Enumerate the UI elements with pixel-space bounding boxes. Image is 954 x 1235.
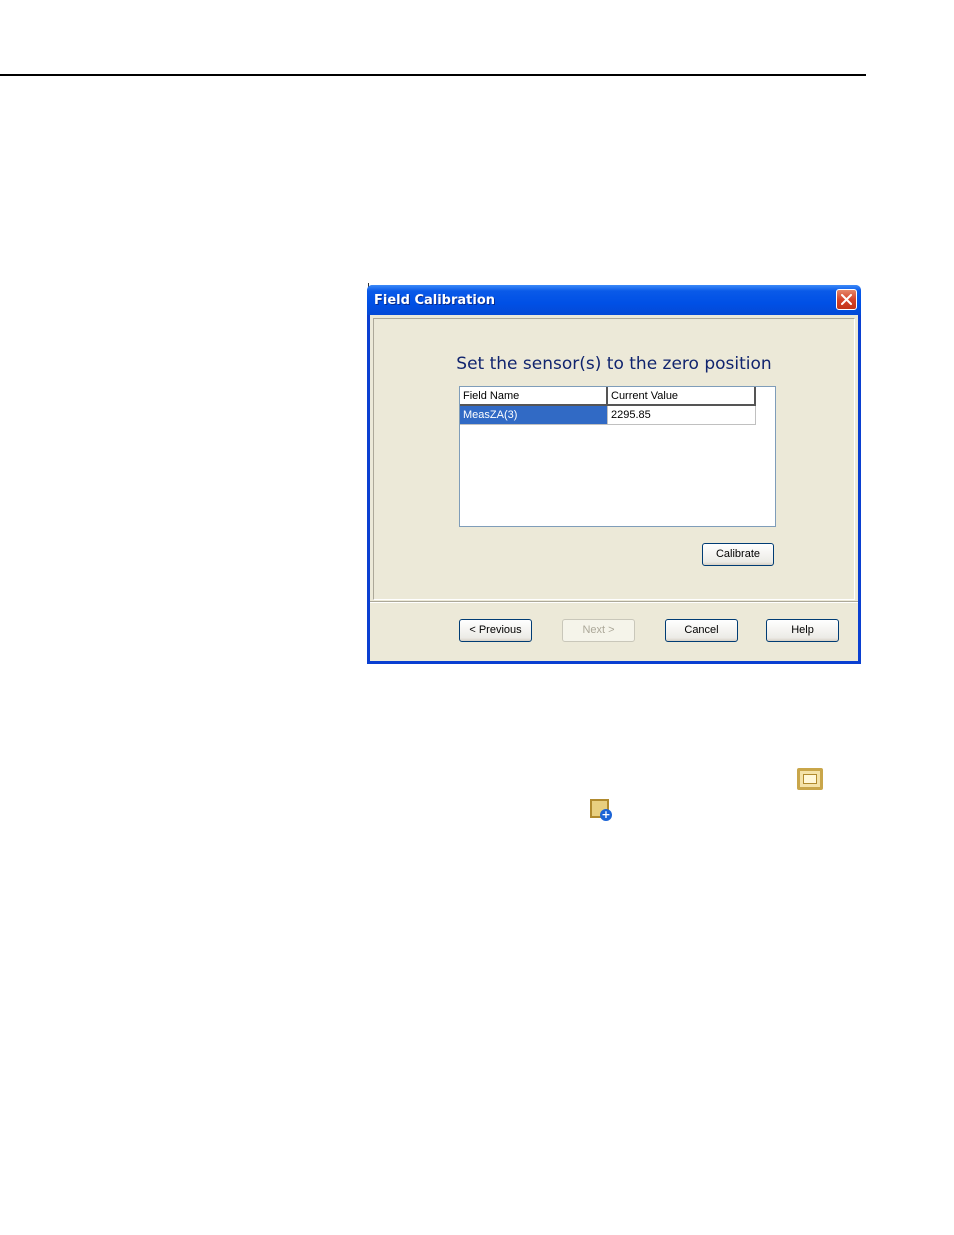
footer-divider-highlight (370, 602, 858, 603)
close-button[interactable] (836, 289, 857, 310)
column-header-field-name[interactable]: Field Name (460, 387, 608, 406)
wizard-content-panel: Set the sensor(s) to the zero position F… (373, 318, 855, 600)
dialog-title: Field Calibration (374, 293, 496, 308)
table-row[interactable]: MeasZA(3) 2295.85 (460, 406, 756, 425)
add-graph-document-icon: + (590, 799, 614, 823)
cancel-button[interactable]: Cancel (665, 619, 738, 642)
field-name-cell[interactable]: MeasZA(3) (460, 406, 608, 425)
grid-header-row: Field Name Current Value (460, 387, 756, 406)
graph-document-icon (797, 768, 823, 790)
dialog-client-area: Set the sensor(s) to the zero position F… (370, 315, 858, 661)
previous-button[interactable]: < Previous (459, 619, 532, 642)
column-header-current-value[interactable]: Current Value (608, 387, 756, 406)
page-header-rule (0, 74, 866, 76)
current-value-cell[interactable]: 2295.85 (608, 406, 756, 425)
dialog-title-bar[interactable]: Field Calibration (367, 285, 861, 315)
field-calibration-dialog: Field Calibration Set the sensor(s) to t… (367, 285, 861, 664)
help-button[interactable]: Help (766, 619, 839, 642)
calibration-field-grid[interactable]: Field Name Current Value MeasZA(3) 2295.… (459, 386, 776, 527)
close-icon (841, 294, 852, 305)
calibrate-button[interactable]: Calibrate (702, 543, 774, 566)
next-button[interactable]: Next > (562, 619, 635, 642)
instruction-heading: Set the sensor(s) to the zero position (456, 354, 772, 374)
